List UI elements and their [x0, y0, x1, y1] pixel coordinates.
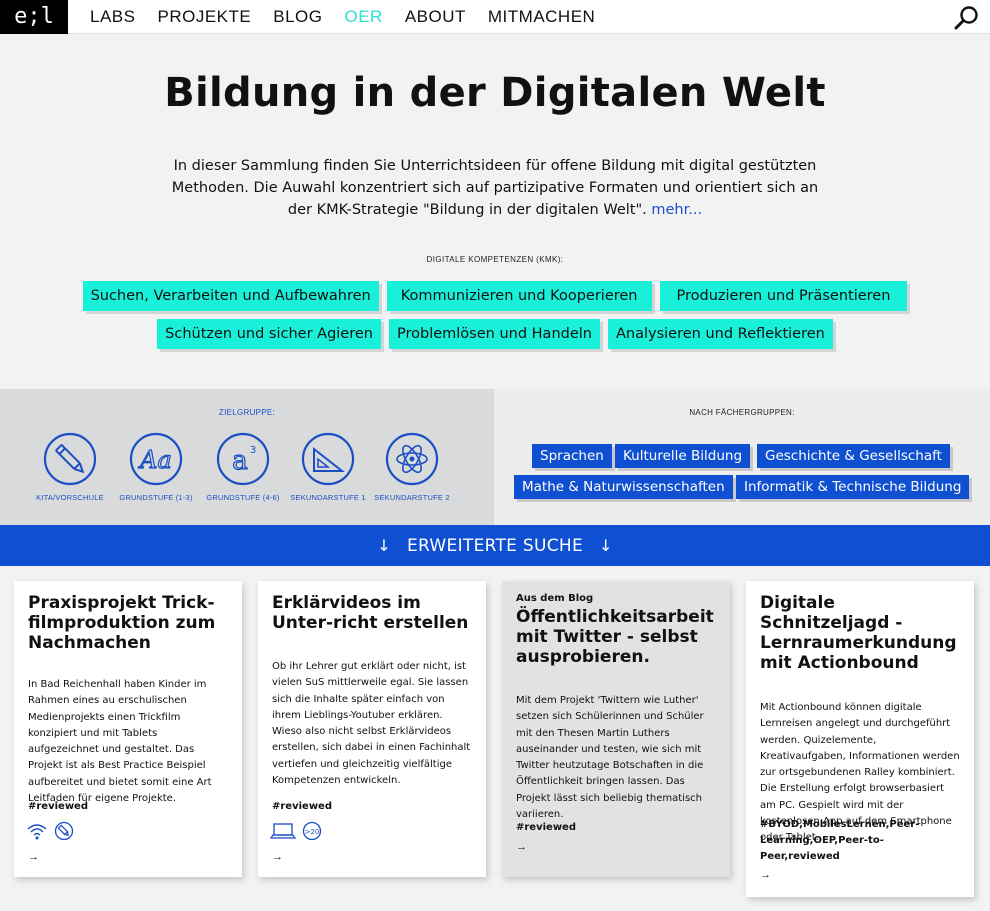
card-twitter-blog[interactable]: Aus dem Blog Öffentlichkeitsarbeit mit T… [502, 581, 730, 877]
nav-item-oer[interactable]: OER [344, 7, 382, 27]
card-title[interactable]: Erklärvideos im Unter-richt erstellen [272, 593, 472, 633]
subject-informatik-technische-bildung[interactable]: Informatik & Technische Bildung [736, 475, 970, 499]
kmk-chip-kommunizieren[interactable]: Kommunizieren und Kooperieren [386, 281, 652, 311]
advanced-search-bar[interactable]: ↓ ERWEITERTE SUCHE ↓ [0, 525, 990, 566]
arrow-right-icon[interactable]: → [28, 851, 39, 863]
subject-geschichte-gesellschaft[interactable]: Geschichte & Gesellschaft [757, 444, 950, 468]
audience-label-grundstufe-1-3: GRUNDSTUFE (1-3) [119, 493, 193, 502]
atom-icon [385, 432, 439, 486]
audience-sekundarstufe-1[interactable]: SEKUNDARSTUFE 1 [283, 431, 373, 502]
card-erklaervideos[interactable]: Erklärvideos im Unter-richt erstellen Ob… [258, 581, 486, 877]
kmk-chips-row-1: Suchen, Verarbeiten und Aufbewahren Komm… [0, 281, 990, 311]
card-tag[interactable]: #reviewed [272, 801, 332, 812]
subject-label: NACH FÄCHERGRUPPEN: [689, 408, 795, 417]
arrow-right-icon[interactable]: → [760, 869, 771, 881]
card-tag[interactable]: #reviewed [28, 801, 88, 812]
wifi-icon [27, 824, 47, 840]
nav-item-about[interactable]: ABOUT [405, 7, 466, 27]
nav-item-labs[interactable]: LABS [90, 7, 135, 27]
kmk-chip-produzieren[interactable]: Produzieren und Präsentieren [659, 281, 908, 311]
svg-text:Aa: Aa [138, 446, 172, 474]
card-title[interactable]: Praxisprojekt Trick-filmproduktion zum N… [28, 593, 228, 653]
card-tag[interactable]: #BYOD,MobilesLernen,Peer-Learning,OEP,Pe… [760, 817, 960, 865]
audience-grundstufe-1-3[interactable]: Aa GRUNDSTUFE (1-3) [111, 431, 201, 502]
kmk-label: DIGITALE KOMPETENZEN (KMK): [426, 255, 564, 264]
advanced-search-label: ERWEITERTE SUCHE [406, 535, 584, 556]
nav-item-projekte[interactable]: PROJEKTE [157, 7, 251, 27]
exponent-icon: a 3 [216, 432, 270, 486]
card-trickfilm[interactable]: Praxisprojekt Trick-filmproduktion zum N… [14, 581, 242, 877]
crayon-icon [43, 432, 97, 486]
card-icons: >20 [270, 821, 322, 841]
arrow-right-icon[interactable]: → [272, 851, 283, 863]
audience-kita[interactable]: KITA/VORSCHULE [25, 431, 115, 502]
subject-sprachen[interactable]: Sprachen [532, 444, 612, 468]
subject-filter: NACH FÄCHERGRUPPEN: Sprachen Kulturelle … [494, 389, 990, 525]
kmk-chip-problemloesen[interactable]: Problemlösen und Handeln [389, 319, 600, 349]
kmk-chips-row-2: Schützen und sicher Agieren Problemlösen… [0, 319, 990, 349]
card-body: In Bad Reichenhall haben Kinder im Rahme… [28, 679, 212, 805]
group-size-label: >20 [305, 828, 320, 836]
svg-text:a: a [232, 446, 248, 476]
arrow-right-icon[interactable]: → [516, 841, 527, 853]
audience-label-sekundarstufe-2: SEKUNDARSTUFE 2 [374, 493, 450, 502]
audience-grundstufe-4-6[interactable]: a 3 GRUNDSTUFE (4-6) [198, 431, 288, 502]
more-link[interactable]: mehr... [651, 202, 702, 218]
group-size-icon: >20 [302, 821, 322, 841]
card-icons [26, 821, 74, 841]
audience-label-grundstufe-4-6: GRUNDSTUFE (4-6) [206, 493, 280, 502]
letters-icon: Aa [129, 432, 183, 486]
kmk-chip-analysieren[interactable]: Analysieren und Reflektieren [607, 319, 833, 349]
subject-mathe-naturwissenschaften[interactable]: Mathe & Naturwissenschaften [514, 475, 733, 499]
card-title[interactable]: Digitale Schnitzeljagd - Lernraumerkundu… [760, 593, 960, 673]
top-navigation: e;l LABS PROJEKTE BLOG OER ABOUT MITMACH… [0, 0, 990, 34]
audience-label-sekundarstufe-1: SEKUNDARSTUFE 1 [290, 493, 366, 502]
nav-item-blog[interactable]: BLOG [273, 7, 322, 27]
arrow-down-icon: ↓ [599, 536, 613, 555]
crayon-icon [54, 821, 74, 841]
triangle-ruler-icon [301, 432, 355, 486]
svg-text:3: 3 [250, 445, 256, 456]
site-logo[interactable]: e;l [0, 0, 68, 34]
audience-filter: ZIELGRUPPE: KITA/VORSCHULE Aa GRUNDSTUFE… [0, 389, 494, 525]
arrow-down-icon: ↓ [377, 536, 391, 555]
card-kicker: Aus dem Blog [516, 593, 594, 604]
nav-item-mitmachen[interactable]: MITMACHEN [488, 7, 595, 27]
card-tag[interactable]: #reviewed [516, 822, 576, 833]
nav-menu: LABS PROJEKTE BLOG OER ABOUT MITMACHEN [90, 0, 595, 34]
audience-sekundarstufe-2[interactable]: SEKUNDARSTUFE 2 [367, 431, 457, 502]
intro-text: In dieser Sammlung finden Sie Unterricht… [170, 155, 820, 221]
audience-label-kita: KITA/VORSCHULE [36, 493, 104, 502]
card-title[interactable]: Öffentlichkeitsarbeit mit Twitter - selb… [516, 607, 716, 667]
subject-kulturelle-bildung[interactable]: Kulturelle Bildung [615, 444, 751, 468]
kmk-chip-suchen[interactable]: Suchen, Verarbeiten und Aufbewahren [82, 281, 379, 311]
laptop-icon [270, 823, 296, 839]
page-title: Bildung in der Digitalen Welt [164, 70, 826, 116]
intro-paragraph: In dieser Sammlung finden Sie Unterricht… [171, 158, 819, 218]
audience-label: ZIELGRUPPE: [218, 408, 276, 417]
card-body: Mit dem Projekt 'Twittern wie Luther' se… [516, 695, 704, 821]
card-body: Ob ihr Lehrer gut erklärt oder nicht, is… [272, 661, 471, 787]
kmk-chip-schuetzen[interactable]: Schützen und sicher Agieren [157, 319, 381, 349]
card-schnitzeljagd[interactable]: Digitale Schnitzeljagd - Lernraumerkundu… [746, 581, 974, 897]
search-icon[interactable] [954, 5, 980, 31]
